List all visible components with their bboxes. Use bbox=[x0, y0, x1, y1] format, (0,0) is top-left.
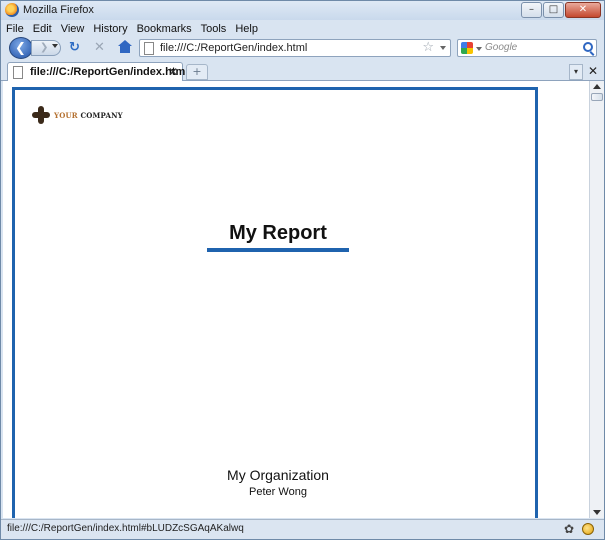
vertical-scrollbar[interactable] bbox=[589, 81, 604, 518]
menu-history[interactable]: History bbox=[93, 23, 127, 35]
back-button[interactable]: ❮ bbox=[9, 37, 33, 59]
addon-icon[interactable] bbox=[582, 523, 594, 535]
star-icon[interactable]: ☆ bbox=[422, 40, 434, 55]
url-bar[interactable]: file:///C:/ReportGen/index.html ☆ bbox=[139, 39, 451, 57]
author-name: Peter Wong bbox=[249, 486, 307, 498]
logo-text: YOUR COMPANY bbox=[54, 111, 123, 120]
url-text[interactable]: file:///C:/ReportGen/index.html bbox=[160, 42, 307, 54]
status-text: file:///C:/ReportGen/index.html#bLUDZcSG… bbox=[7, 523, 244, 534]
navigation-toolbar: ❮ ❯ ↻ ✕ file:///C:/ReportGen/index.html … bbox=[1, 37, 604, 59]
forward-button[interactable]: ❯ bbox=[31, 40, 61, 56]
page-icon bbox=[144, 42, 154, 55]
company-logo: YOUR COMPANY bbox=[32, 106, 123, 124]
history-dropdown-icon[interactable] bbox=[52, 44, 58, 48]
close-tab-icon[interactable]: ✕ bbox=[168, 65, 178, 79]
logo-your: YOUR bbox=[54, 110, 78, 120]
minimize-button[interactable]: – bbox=[521, 2, 542, 18]
google-icon[interactable] bbox=[461, 42, 473, 54]
scroll-thumb[interactable] bbox=[591, 93, 603, 101]
menu-view[interactable]: View bbox=[61, 23, 85, 35]
maximize-button[interactable]: □ bbox=[543, 2, 564, 18]
tab-label: file:///C:/ReportGen/index.html bbox=[30, 66, 189, 78]
report-title: My Report bbox=[229, 222, 327, 244]
window-title: Mozilla Firefox bbox=[23, 4, 94, 16]
pinwheel-logo-icon bbox=[32, 106, 50, 124]
status-bar: file:///C:/ReportGen/index.html#bLUDZcSG… bbox=[1, 519, 604, 539]
browser-window: Mozilla Firefox – □ ✕ File Edit View His… bbox=[0, 0, 605, 540]
menu-bar: File Edit View History Bookmarks Tools H… bbox=[1, 21, 604, 37]
menu-bookmarks[interactable]: Bookmarks bbox=[137, 23, 192, 35]
firefox-icon bbox=[5, 3, 19, 17]
close-window-button[interactable]: ✕ bbox=[565, 2, 601, 18]
magnifier-icon[interactable] bbox=[583, 42, 593, 52]
close-current-tab-button[interactable]: ✕ bbox=[586, 64, 600, 80]
title-bar: Mozilla Firefox – □ ✕ bbox=[1, 1, 604, 20]
scroll-up-arrow-icon[interactable] bbox=[593, 84, 601, 89]
menu-edit[interactable]: Edit bbox=[33, 23, 52, 35]
menu-help[interactable]: Help bbox=[235, 23, 258, 35]
title-underline bbox=[207, 248, 349, 252]
organization-name: My Organization bbox=[227, 467, 329, 483]
home-icon[interactable] bbox=[118, 40, 132, 54]
search-placeholder[interactable]: Google bbox=[485, 42, 517, 53]
stop-icon[interactable]: ✕ bbox=[94, 40, 105, 56]
url-dropdown-icon[interactable] bbox=[440, 46, 446, 50]
search-engine-dropdown-icon[interactable] bbox=[476, 47, 482, 51]
home-base bbox=[120, 46, 130, 53]
scroll-down-arrow-icon[interactable] bbox=[593, 510, 601, 515]
tab-strip: file:///C:/ReportGen/index.html ✕ + ▾ ✕ bbox=[1, 61, 604, 82]
back-arrow-icon: ❮ bbox=[15, 41, 26, 56]
menu-tools[interactable]: Tools bbox=[201, 23, 227, 35]
search-bar[interactable]: Google bbox=[457, 39, 597, 57]
forward-arrow-icon: ❯ bbox=[40, 42, 49, 53]
new-tab-button[interactable]: + bbox=[186, 64, 208, 80]
tab-report[interactable]: file:///C:/ReportGen/index.html ✕ bbox=[7, 62, 188, 82]
window-controls: – □ ✕ bbox=[521, 2, 601, 18]
tab-page-icon bbox=[13, 66, 23, 79]
report-cover: YOUR COMPANY My Report My Organization P… bbox=[12, 87, 538, 518]
bug-icon[interactable]: ✿ bbox=[564, 522, 574, 536]
page-content: YOUR COMPANY My Report My Organization P… bbox=[3, 81, 589, 518]
tab-list-button[interactable]: ▾ bbox=[569, 64, 583, 80]
logo-company: COMPANY bbox=[80, 110, 123, 120]
menu-file[interactable]: File bbox=[6, 23, 24, 35]
reload-icon[interactable]: ↻ bbox=[69, 40, 80, 56]
